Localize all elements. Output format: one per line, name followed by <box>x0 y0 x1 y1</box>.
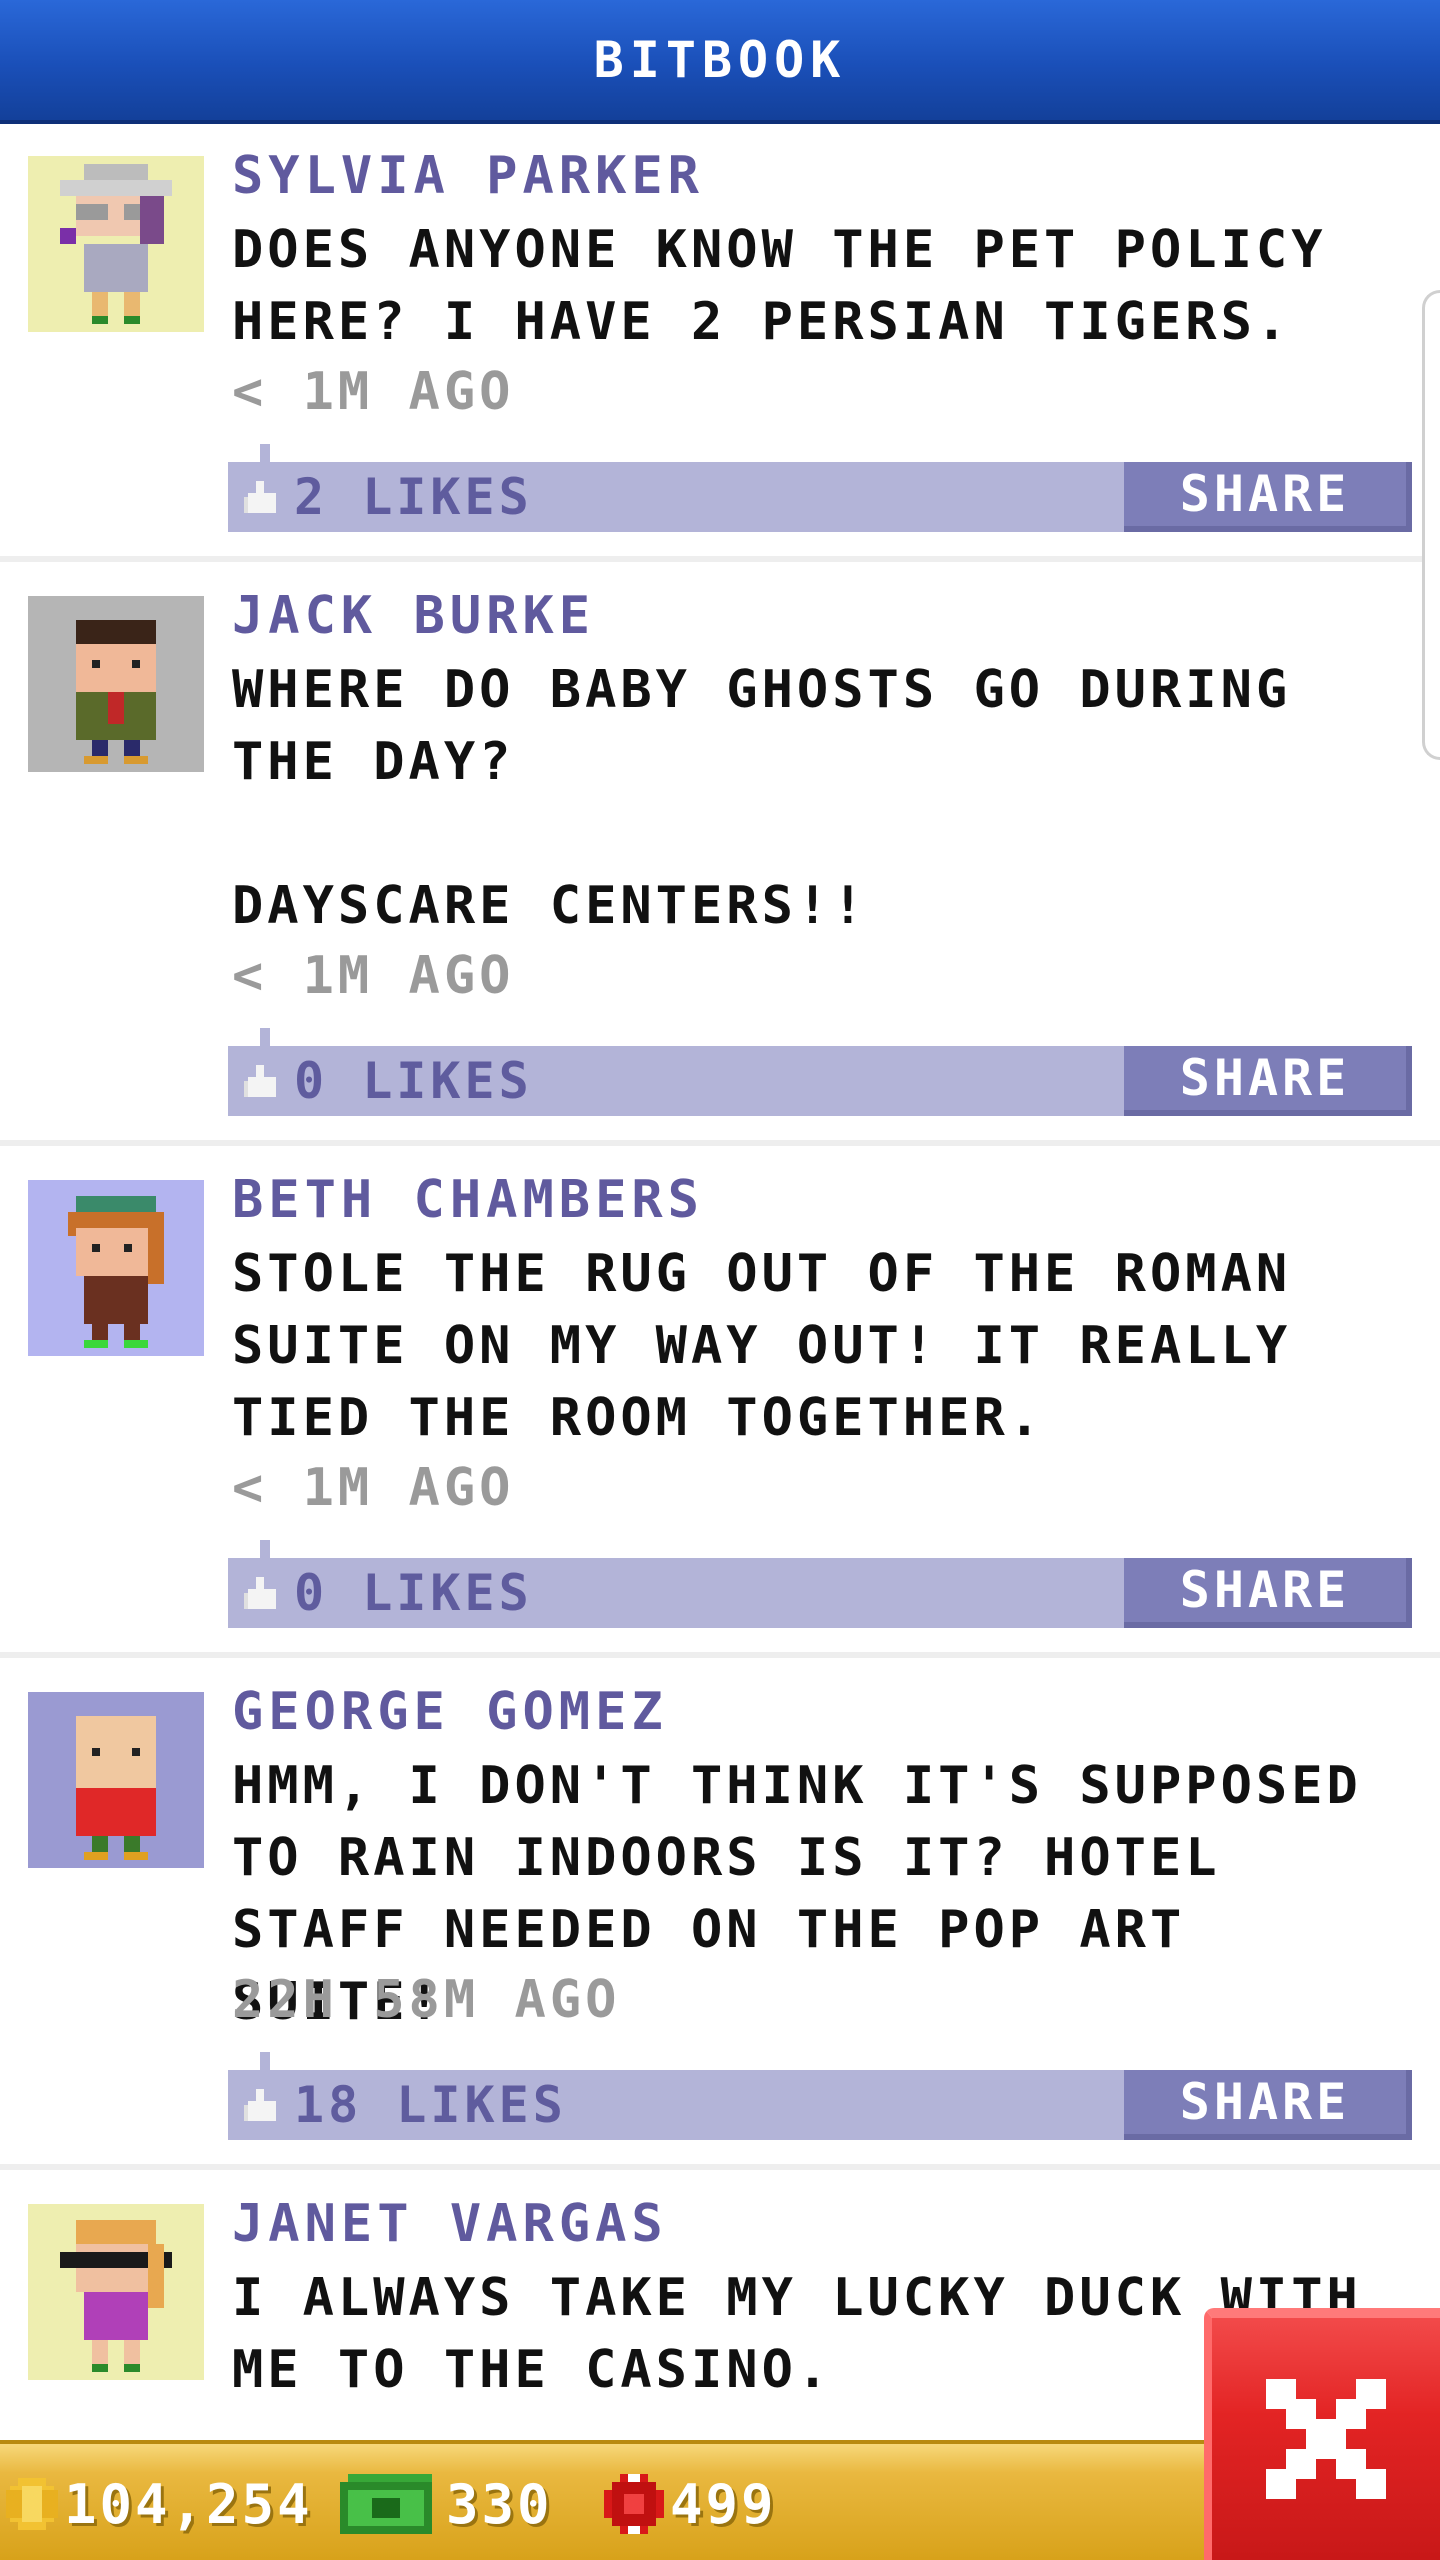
thumbs-up-icon <box>244 1065 276 1097</box>
app-header: BITBOOK <box>0 0 1440 124</box>
scrollbar[interactable] <box>1422 290 1440 760</box>
post-author[interactable]: JANET VARGAS <box>232 2194 668 2254</box>
share-button[interactable]: SHARE <box>1124 462 1412 532</box>
close-button[interactable] <box>1204 2308 1440 2560</box>
bux-display: 330 <box>340 2444 553 2560</box>
post-divider <box>0 2164 1440 2170</box>
post-divider <box>0 1140 1440 1146</box>
thumbs-up-icon <box>244 481 276 513</box>
casino-chip-icon <box>604 2474 664 2534</box>
post-action-bar: 2 LIKES SHARE <box>228 444 1412 532</box>
post-time: < 1M AGO <box>232 362 515 422</box>
beth-chambers-avatar-icon <box>28 1180 204 1356</box>
jack-burke-avatar-icon <box>28 596 204 772</box>
coins-display: 104,254 <box>6 2444 313 2560</box>
avatar[interactable] <box>28 156 204 332</box>
share-label: SHARE <box>1179 465 1351 523</box>
like-tip-icon <box>260 1540 270 1558</box>
coins-value: 104,254 <box>64 2472 313 2536</box>
avatar[interactable] <box>28 2204 204 2380</box>
post-message: WHERE DO BABY GHOSTS GO DURING THE DAY? … <box>232 660 1292 936</box>
bux-value: 330 <box>446 2472 553 2536</box>
post-george-gomez: GEORGE GOMEZ HMM, I DON'T THINK IT'S SUP… <box>0 1664 1440 2164</box>
sylvia-parker-avatar-icon <box>28 156 204 332</box>
share-label: SHARE <box>1179 1049 1351 1107</box>
avatar[interactable] <box>28 1180 204 1356</box>
like-button[interactable]: 0 LIKES <box>228 1046 533 1116</box>
post-author[interactable]: GEORGE GOMEZ <box>232 1682 668 1742</box>
like-count: 2 LIKES <box>294 468 533 526</box>
share-button[interactable]: SHARE <box>1124 2070 1412 2140</box>
post-action-bar: 0 LIKES SHARE <box>228 1028 1412 1116</box>
share-label: SHARE <box>1179 2073 1351 2131</box>
like-tip-icon <box>260 2052 270 2070</box>
page-title: BITBOOK <box>593 31 847 89</box>
post-beth-chambers: BETH CHAMBERS STOLE THE RUG OUT OF THE R… <box>0 1152 1440 1652</box>
post-divider <box>0 1652 1440 1658</box>
thumbs-up-icon <box>244 2089 276 2121</box>
like-button[interactable]: 0 LIKES <box>228 1558 533 1628</box>
like-button[interactable]: 2 LIKES <box>228 462 533 532</box>
like-button[interactable]: 18 LIKES <box>228 2070 567 2140</box>
post-message: STOLE THE RUG OUT OF THE ROMAN SUITE ON … <box>232 1244 1327 1448</box>
chips-value: 499 <box>670 2472 777 2536</box>
share-label: SHARE <box>1179 1561 1351 1619</box>
share-button[interactable]: SHARE <box>1124 1046 1412 1116</box>
post-action-bar: 18 LIKES SHARE <box>228 2052 1412 2140</box>
post-jack-burke: JACK BURKE WHERE DO BABY GHOSTS GO DURIN… <box>0 568 1440 1140</box>
post-time: < 1M AGO <box>232 1458 515 1518</box>
close-icon <box>1266 2379 1386 2499</box>
coin-icon <box>6 2478 58 2530</box>
like-count: 0 LIKES <box>294 1052 533 1110</box>
chips-display: 499 <box>604 2444 777 2560</box>
post-author[interactable]: BETH CHAMBERS <box>232 1170 704 1230</box>
post-message: DOES ANYONE KNOW THE PET POLICY HERE? I … <box>232 220 1362 352</box>
post-time: 22H 58M AGO <box>232 1970 621 2030</box>
share-button[interactable]: SHARE <box>1124 1558 1412 1628</box>
thumbs-up-icon <box>244 1577 276 1609</box>
like-tip-icon <box>260 444 270 462</box>
post-divider <box>0 556 1440 562</box>
post-action-bar: 0 LIKES SHARE <box>228 1540 1412 1628</box>
post-author[interactable]: JACK BURKE <box>232 586 595 646</box>
janet-vargas-avatar-icon <box>28 2204 204 2380</box>
post-time: < 1M AGO <box>232 946 515 1006</box>
like-count: 0 LIKES <box>294 1564 533 1622</box>
post-sylvia-parker: SYLVIA PARKER DOES ANYONE KNOW THE PET P… <box>0 128 1440 556</box>
like-count: 18 LIKES <box>294 2076 567 2134</box>
bux-icon <box>340 2474 432 2534</box>
post-author[interactable]: SYLVIA PARKER <box>232 146 704 206</box>
avatar[interactable] <box>28 1692 204 1868</box>
george-gomez-avatar-icon <box>28 1692 204 1868</box>
like-tip-icon <box>260 1028 270 1046</box>
avatar[interactable] <box>28 596 204 772</box>
